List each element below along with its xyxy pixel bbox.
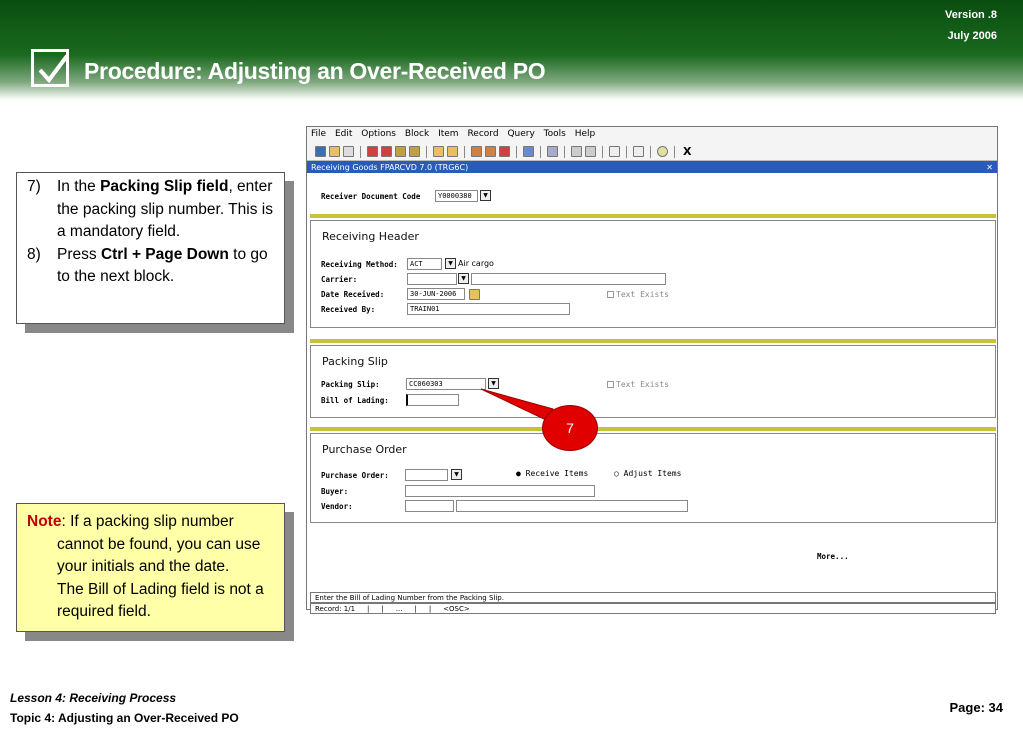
footer-left: Lesson 4: Receiving Process Topic 4: Adj…: [10, 688, 239, 728]
topic-title: Topic 4: Adjusting an Over-Received PO: [10, 711, 239, 725]
callout-pointer: [480, 388, 554, 422]
lesson-title: Lesson 4: Receiving Process: [10, 691, 177, 705]
callout-marker: 7: [542, 405, 598, 451]
page-number: Page: 34: [949, 700, 1003, 715]
